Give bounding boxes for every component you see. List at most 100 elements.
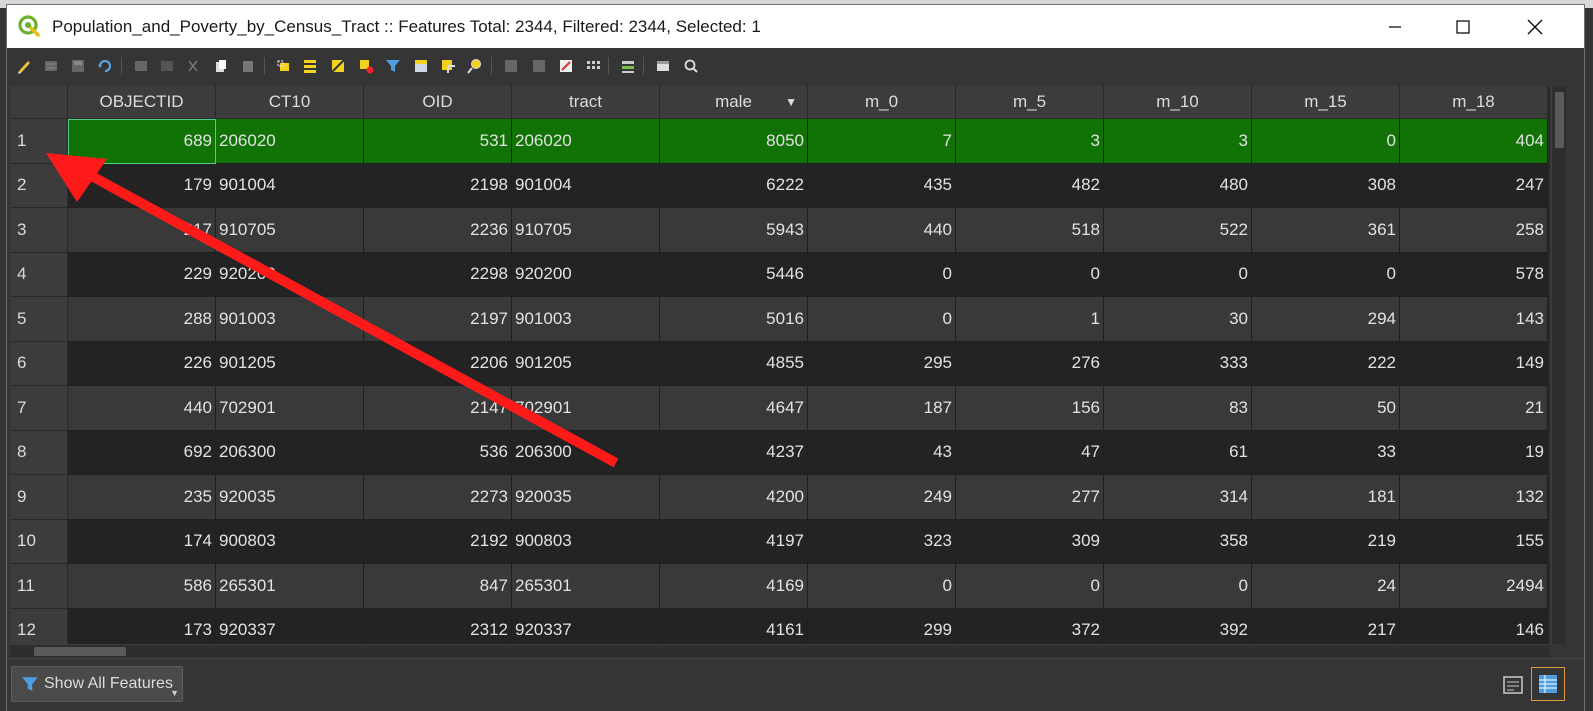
table-cell[interactable]: 5446 <box>660 252 808 297</box>
table-cell[interactable]: 179 <box>68 163 216 208</box>
table-cell[interactable]: 480 <box>1104 163 1252 208</box>
table-cell[interactable]: 536 <box>364 430 512 475</box>
table-cell[interactable]: 288 <box>68 297 216 342</box>
table-cell[interactable]: 2298 <box>364 252 512 297</box>
table-cell[interactable]: 295 <box>808 341 956 386</box>
filter-icon[interactable] <box>384 57 402 75</box>
table-cell[interactable]: 372 <box>956 608 1104 644</box>
invert-selection-icon[interactable] <box>329 57 347 75</box>
search-icon[interactable] <box>682 57 700 75</box>
table-cell[interactable]: 920200 <box>216 252 364 297</box>
move-selection-top-icon[interactable] <box>412 57 430 75</box>
table-cell[interactable]: 294 <box>1252 297 1400 342</box>
reload-icon[interactable] <box>96 57 114 75</box>
row-header[interactable]: 9 <box>10 475 68 520</box>
vertical-scrollbar[interactable] <box>1551 86 1566 644</box>
table-cell[interactable]: 0 <box>808 297 956 342</box>
table-cell[interactable]: 689 <box>68 119 216 164</box>
toggle-editing-icon[interactable] <box>15 57 33 75</box>
table-cell[interactable]: 404 <box>1400 119 1548 164</box>
table-corner[interactable] <box>10 86 68 119</box>
table-cell[interactable]: 174 <box>68 519 216 564</box>
table-cell[interactable]: 4855 <box>660 341 808 386</box>
table-cell[interactable]: 30 <box>1104 297 1252 342</box>
table-cell[interactable]: 435 <box>808 163 956 208</box>
table-cell[interactable]: 2494 <box>1400 564 1548 609</box>
table-cell[interactable]: 3 <box>956 119 1104 164</box>
copy-icon[interactable] <box>212 57 230 75</box>
table-cell[interactable]: 2206 <box>364 341 512 386</box>
table-cell[interactable]: 8050 <box>660 119 808 164</box>
table-cell[interactable]: 1 <box>956 297 1104 342</box>
table-cell[interactable]: 5943 <box>660 208 808 253</box>
table-cell[interactable]: 61 <box>1104 430 1252 475</box>
save-edits-icon[interactable] <box>69 57 87 75</box>
multi-edit-icon[interactable] <box>42 57 60 75</box>
table-cell[interactable]: 222 <box>1252 341 1400 386</box>
table-cell[interactable]: 206300 <box>512 430 660 475</box>
table-cell[interactable]: 901003 <box>512 297 660 342</box>
table-cell[interactable]: 181 <box>1252 475 1400 520</box>
paste-icon[interactable] <box>239 57 257 75</box>
row-header[interactable]: 11 <box>10 564 68 609</box>
form-view-button[interactable] <box>1499 671 1527 699</box>
dock-icon[interactable] <box>654 57 672 75</box>
table-cell[interactable]: 702901 <box>216 386 364 431</box>
zoom-to-selection-icon[interactable] <box>466 57 484 75</box>
table-view-button[interactable] <box>1531 667 1565 701</box>
table-cell[interactable]: 217 <box>68 208 216 253</box>
table-cell[interactable]: 0 <box>1104 564 1252 609</box>
table-cell[interactable]: 226 <box>68 341 216 386</box>
row-header[interactable]: 7 <box>10 386 68 431</box>
table-cell[interactable]: 440 <box>808 208 956 253</box>
column-header-m-18[interactable]: m_18 <box>1400 86 1548 119</box>
table-cell[interactable]: 229 <box>68 252 216 297</box>
table-cell[interactable]: 265301 <box>216 564 364 609</box>
table-cell[interactable]: 901004 <box>216 163 364 208</box>
table-cell[interactable]: 247 <box>1400 163 1548 208</box>
table-cell[interactable]: 155 <box>1400 519 1548 564</box>
table-cell[interactable]: 522 <box>1104 208 1252 253</box>
select-by-expression-icon[interactable] <box>275 57 293 75</box>
table-cell[interactable]: 900803 <box>512 519 660 564</box>
table-cell[interactable]: 901004 <box>512 163 660 208</box>
table-cell[interactable]: 19 <box>1400 430 1548 475</box>
table-cell[interactable]: 258 <box>1400 208 1548 253</box>
table-cell[interactable]: 21 <box>1400 386 1548 431</box>
column-header-objectid[interactable]: OBJECTID <box>68 86 216 119</box>
table-cell[interactable]: 24 <box>1252 564 1400 609</box>
table-cell[interactable]: 2312 <box>364 608 512 644</box>
table-cell[interactable]: 901003 <box>216 297 364 342</box>
table-cell[interactable]: 518 <box>956 208 1104 253</box>
table-cell[interactable]: 0 <box>956 252 1104 297</box>
table-cell[interactable]: 276 <box>956 341 1104 386</box>
table-cell[interactable]: 217 <box>1252 608 1400 644</box>
row-header[interactable]: 8 <box>10 430 68 475</box>
table-cell[interactable]: 4647 <box>660 386 808 431</box>
horizontal-scroll-thumb[interactable] <box>34 647 126 656</box>
table-cell[interactable]: 920200 <box>512 252 660 297</box>
delete-field-icon[interactable] <box>530 57 548 75</box>
table-cell[interactable]: 43 <box>808 430 956 475</box>
row-header[interactable]: 12 <box>10 608 68 644</box>
table-cell[interactable]: 50 <box>1252 386 1400 431</box>
table-cell[interactable]: 901205 <box>512 341 660 386</box>
vertical-scroll-thumb[interactable] <box>1555 92 1564 148</box>
table-cell[interactable]: 920035 <box>216 475 364 520</box>
table-cell[interactable]: 314 <box>1104 475 1252 520</box>
table-cell[interactable]: 910705 <box>216 208 364 253</box>
field-calculator-icon[interactable] <box>557 57 575 75</box>
table-cell[interactable]: 392 <box>1104 608 1252 644</box>
table-cell[interactable]: 206020 <box>512 119 660 164</box>
table-cell[interactable]: 308 <box>1252 163 1400 208</box>
column-header-ct10[interactable]: CT10 <box>216 86 364 119</box>
table-cell[interactable]: 206020 <box>216 119 364 164</box>
table-cell[interactable]: 3 <box>1104 119 1252 164</box>
select-all-icon[interactable] <box>301 57 319 75</box>
table-cell[interactable]: 249 <box>808 475 956 520</box>
table-cell[interactable]: 4169 <box>660 564 808 609</box>
table-cell[interactable]: 206300 <box>216 430 364 475</box>
table-cell[interactable]: 6222 <box>660 163 808 208</box>
row-header[interactable]: 4 <box>10 252 68 297</box>
table-cell[interactable]: 143 <box>1400 297 1548 342</box>
